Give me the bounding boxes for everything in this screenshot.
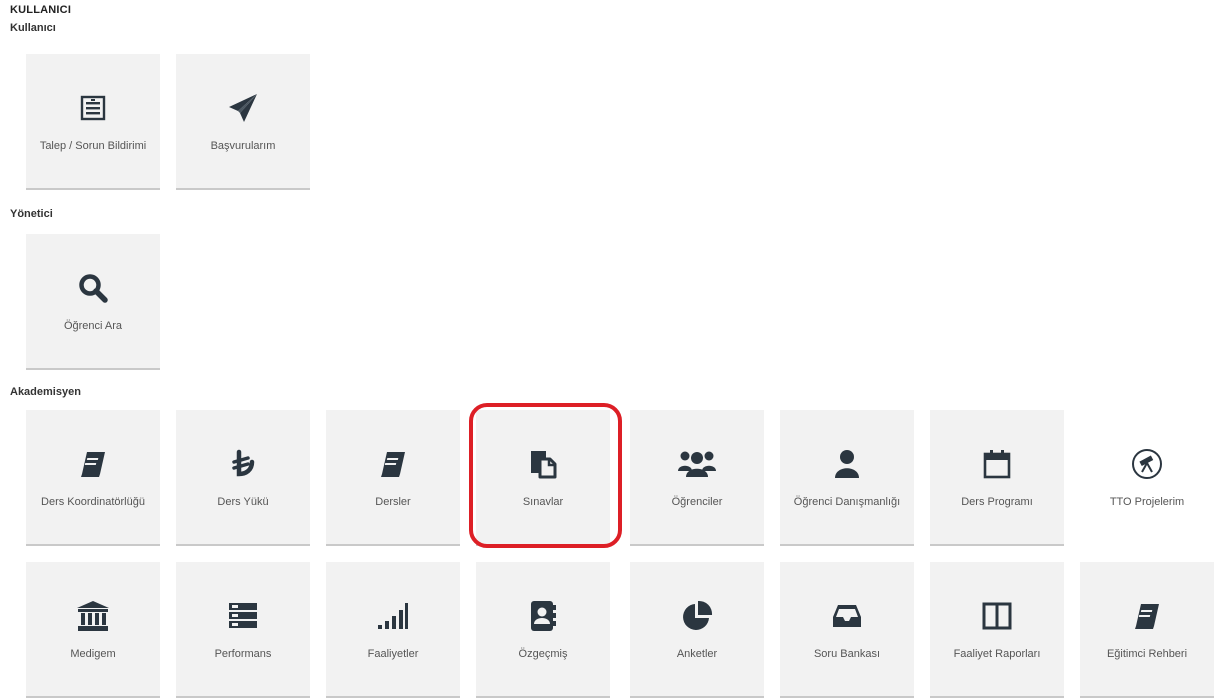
tile-label: Sınavlar: [522, 496, 564, 508]
tile-talep-sorun-bildirimi[interactable]: Talep / Sorun Bildirimi: [26, 54, 160, 188]
section-title-yonetici: Yönetici: [10, 208, 53, 220]
calendar-icon: [930, 444, 1064, 484]
page-title: KULLANICI: [10, 4, 72, 16]
turkish-lira-icon: [176, 444, 310, 484]
tile-ders-yuku[interactable]: Ders Yükü: [176, 410, 310, 544]
tile-faaliyetler[interactable]: Faaliyetler: [326, 562, 460, 696]
tile-soru-bankasi[interactable]: Soru Bankası: [780, 562, 914, 696]
columns-icon: [930, 596, 1064, 636]
server-icon: [176, 596, 310, 636]
tile-label: Ders Yükü: [217, 496, 269, 508]
tile-label: Faaliyet Raporları: [953, 648, 1041, 660]
tile-label: Öğrenci Danışmanlığı: [793, 496, 901, 508]
tile-label: Eğitimci Rehberi: [1106, 648, 1188, 660]
users-icon: [630, 444, 764, 484]
section-title-kullanici: Kullanıcı: [10, 22, 56, 34]
tile-label: Öğrenci Ara: [63, 320, 123, 332]
search-icon: [26, 268, 160, 308]
tile-label: Dersler: [375, 496, 411, 508]
tile-label: TTO Projelerim: [1109, 496, 1185, 508]
documents-icon: [476, 444, 610, 484]
address-book-icon: [476, 596, 610, 636]
tile-ders-koordinatorlugu[interactable]: Ders Koordinatörlüğü: [26, 410, 160, 544]
tile-anketler[interactable]: Anketler: [630, 562, 764, 696]
tile-faaliyet-raporlari[interactable]: Faaliyet Raporları: [930, 562, 1064, 696]
tile-egitimci-rehberi[interactable]: Eğitimci Rehberi: [1080, 562, 1214, 696]
tile-label: Talep / Sorun Bildirimi: [39, 140, 147, 152]
tile-ozgecmis[interactable]: Özgeçmiş: [476, 562, 610, 696]
tile-label: Faaliyetler: [367, 648, 419, 660]
book-icon: [1080, 596, 1214, 636]
tile-label: Özgeçmiş: [518, 648, 568, 660]
tile-dersler[interactable]: Dersler: [326, 410, 460, 544]
request-list-icon: [26, 88, 160, 128]
tile-label: Ders Programı: [961, 496, 1033, 508]
tile-medigem[interactable]: Medigem: [26, 562, 160, 696]
book-icon: [326, 444, 460, 484]
tile-label: Anketler: [676, 648, 718, 660]
tile-performans[interactable]: Performans: [176, 562, 310, 696]
tile-label: Medigem: [70, 648, 116, 660]
inbox-icon: [780, 596, 914, 636]
tile-label: Soru Bankası: [813, 648, 881, 660]
paper-plane-icon: [176, 88, 310, 128]
section-title-akademisyen: Akademisyen: [10, 386, 81, 398]
tile-label: Başvurularım: [210, 140, 276, 152]
tile-basvurularim[interactable]: Başvurularım: [176, 54, 310, 188]
tile-label: Performans: [214, 648, 272, 660]
user-icon: [780, 444, 914, 484]
institution-icon: [26, 596, 160, 636]
telescope-icon: [1080, 444, 1214, 484]
tile-ogrenci-ara[interactable]: Öğrenci Ara: [26, 234, 160, 368]
tile-ogrenciler[interactable]: Öğrenciler: [630, 410, 764, 544]
signal-bars-icon: [326, 596, 460, 636]
tile-ogrenci-danismanligi[interactable]: Öğrenci Danışmanlığı: [780, 410, 914, 544]
tile-ders-programi[interactable]: Ders Programı: [930, 410, 1064, 544]
tile-label: Öğrenciler: [671, 496, 723, 508]
tile-tto-projelerim[interactable]: TTO Projelerim: [1080, 410, 1214, 544]
pie-chart-icon: [630, 596, 764, 636]
book-icon: [26, 444, 160, 484]
tile-sinavlar[interactable]: Sınavlar: [476, 410, 610, 544]
tile-label: Ders Koordinatörlüğü: [41, 496, 145, 508]
